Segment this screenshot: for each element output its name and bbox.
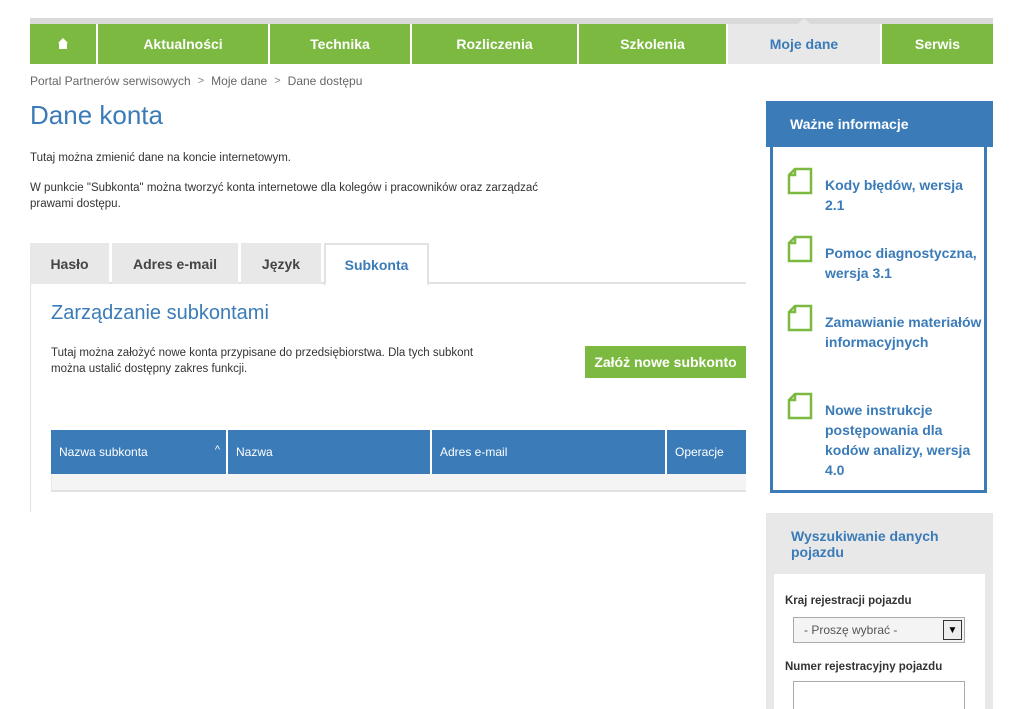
info-link[interactable]: Pomoc diagnostyczna, wersja 3.1	[825, 243, 982, 283]
column-header-adres-email: Adres e-mail	[432, 430, 667, 474]
account-tabs: Hasło Adres e-mail Język Subkonta	[30, 243, 746, 286]
nav-item-serwis[interactable]: Serwis	[882, 24, 993, 64]
document-icon	[787, 392, 813, 420]
info-link[interactable]: Zamawianie materiałów informacyjnych	[825, 312, 982, 352]
country-select-value: - Proszę wybrać -	[804, 623, 898, 637]
breadcrumb-item-portal[interactable]: Portal Partnerów serwisowych	[30, 74, 191, 88]
tab-haslo[interactable]: Hasło	[30, 243, 109, 284]
section-title: Zarządzanie subkontami	[51, 302, 269, 324]
table-empty-row	[51, 474, 746, 492]
chevron-right-icon: >	[274, 75, 281, 87]
tab-jezyk[interactable]: Język	[241, 243, 321, 284]
column-header-nazwa-subkonta[interactable]: Nazwa subkonta ^	[51, 430, 228, 474]
main-nav: Aktualności Technika Rozliczenia Szkolen…	[30, 18, 993, 64]
subaccounts-table-header: Nazwa subkonta ^ Nazwa Adres e-mail Oper…	[51, 430, 746, 474]
info-box-title: Ważne informacje	[766, 101, 993, 155]
home-icon	[57, 38, 69, 50]
plate-label: Numer rejestracyjny pojazdu	[785, 661, 943, 673]
document-icon	[787, 304, 813, 332]
info-link[interactable]: Nowe instrukcje postępowania dla kodów a…	[825, 400, 982, 480]
breadcrumb: Portal Partnerów serwisowych > Moje dane…	[30, 74, 362, 88]
section-description: Tutaj można założyć nowe konta przypisan…	[51, 347, 474, 375]
tab-subkonta[interactable]: Subkonta	[324, 243, 429, 286]
nav-home[interactable]	[30, 24, 98, 64]
info-box-body: Kody błędów, wersja 2.1 Pomoc diagnostyc…	[770, 147, 987, 493]
nav-item-rozliczenia[interactable]: Rozliczenia	[412, 24, 579, 64]
country-label: Kraj rejestracji pojazdu	[785, 595, 912, 607]
country-select[interactable]: - Proszę wybrać - ▼	[793, 617, 965, 643]
column-header-operacje: Operacje	[667, 430, 746, 474]
breadcrumb-item-dane-dostepu: Dane dostępu	[287, 74, 363, 88]
chevron-right-icon: >	[197, 75, 205, 87]
tab-adres-email[interactable]: Adres e-mail	[112, 243, 238, 284]
important-info-box: Ważne informacje Kody błędów, wersja 2.1…	[766, 101, 993, 493]
create-subaccount-button[interactable]: Załóż nowe subkonto	[585, 346, 746, 378]
info-link[interactable]: Kody błędów, wersja 2.1	[825, 175, 982, 215]
column-label: Nazwa subkonta	[59, 445, 148, 459]
chevron-down-icon[interactable]: ▼	[943, 620, 962, 640]
breadcrumb-item-moje-dane[interactable]: Moje dane	[211, 74, 267, 88]
intro-text: Tutaj można zmienić dane na koncie inter…	[30, 152, 292, 164]
nav-item-technika[interactable]: Technika	[270, 24, 412, 64]
info-item[interactable]: Pomoc diagnostyczna, wersja 3.1	[787, 235, 982, 283]
sort-up-icon[interactable]: ^	[215, 444, 220, 456]
page-title: Dane konta	[30, 100, 163, 130]
nav-item-szkolenia[interactable]: Szkolenia	[579, 24, 728, 64]
nav-item-moje-dane[interactable]: Moje dane	[728, 18, 882, 64]
nav-item-aktualnosci[interactable]: Aktualności	[98, 24, 270, 64]
column-header-nazwa: Nazwa	[228, 430, 432, 474]
plate-number-input[interactable]	[793, 681, 965, 709]
info-item[interactable]: Kody błędów, wersja 2.1	[787, 167, 982, 215]
document-icon	[787, 167, 813, 195]
info-item[interactable]: Nowe instrukcje postępowania dla kodów a…	[787, 392, 982, 480]
intro-subaccounts-text: W punkcie "Subkonta" można tworzyć konta…	[30, 182, 539, 210]
info-item[interactable]: Zamawianie materiałów informacyjnych	[787, 304, 982, 352]
document-icon	[787, 235, 813, 263]
vehicle-search-title: Wyszukiwanie danych pojazdu	[791, 528, 939, 560]
vehicle-search-box: Wyszukiwanie danych pojazdu Kraj rejestr…	[766, 513, 993, 709]
